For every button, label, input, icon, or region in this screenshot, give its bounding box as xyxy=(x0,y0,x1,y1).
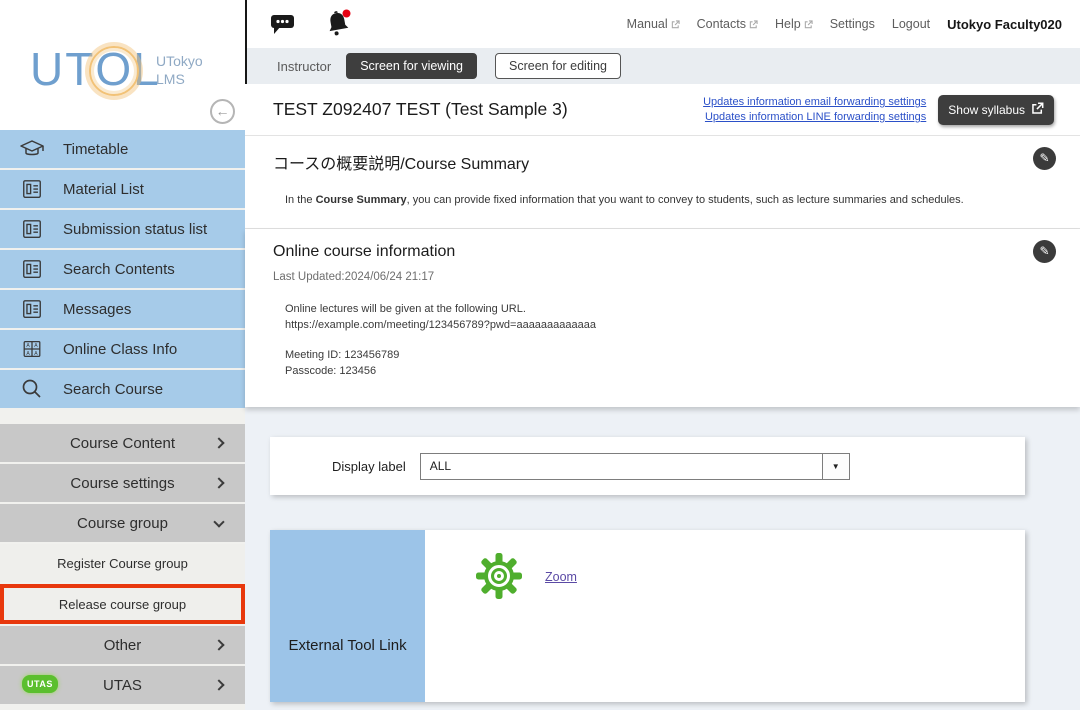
edit-online-info-button[interactable]: ✎ xyxy=(1033,240,1056,263)
settings-link[interactable]: Settings xyxy=(830,17,875,31)
external-tool-link-panel: External Tool Link xyxy=(270,530,425,702)
document-list-icon xyxy=(17,296,47,322)
chevron-right-icon xyxy=(213,639,224,650)
sidebar-item-search-contents[interactable]: Search Contents xyxy=(0,250,245,288)
tab-screen-for-editing[interactable]: Screen for editing xyxy=(495,53,621,79)
forwarding-links: Updates information email forwarding set… xyxy=(703,96,926,123)
notifications-bell-icon[interactable] xyxy=(324,8,354,40)
meeting-url: https://example.com/meeting/123456789?pw… xyxy=(285,317,1080,333)
display-label-card: Display label ALL ▼ xyxy=(270,437,1025,495)
sidebar-spacer xyxy=(0,410,245,424)
email-forwarding-settings-link[interactable]: Updates information email forwarding set… xyxy=(703,96,926,108)
search-icon xyxy=(17,376,47,402)
chevron-right-icon xyxy=(213,477,224,488)
course-summary-text: In the Course Summary, you can provide f… xyxy=(245,174,1080,206)
logo-o-ring: O xyxy=(95,42,133,96)
svg-text:A: A xyxy=(26,343,30,349)
document-list-icon xyxy=(17,216,47,242)
dropdown-arrow-icon[interactable]: ▼ xyxy=(822,454,849,479)
online-course-info-section: Online course information ✎ Last Updated… xyxy=(245,229,1080,407)
sidebar-collapse-button[interactable]: ← xyxy=(210,99,235,124)
sidebar-item-register-course-group[interactable]: Register Course group xyxy=(0,544,245,582)
utol-logo: UTOL xyxy=(30,42,161,96)
pencil-icon: ✎ xyxy=(1039,244,1049,258)
sidebar-item-course-settings[interactable]: Course settings xyxy=(0,464,245,502)
document-list-icon xyxy=(17,256,47,282)
username: Utokyo Faculty020 xyxy=(947,17,1062,32)
sidebar-item-online-class-info[interactable]: AAAA Online Class Info xyxy=(0,330,245,368)
external-link-icon xyxy=(1031,102,1044,118)
meeting-id: Meeting ID: 123456789 xyxy=(285,347,1080,363)
course-header: TEST Z092407 TEST (Test Sample 3) Update… xyxy=(245,84,1080,136)
document-list-icon xyxy=(17,176,47,202)
course-summary-heading: コースの概要説明/Course Summary xyxy=(245,136,1080,174)
passcode: Passcode: 123456 xyxy=(285,363,1080,379)
external-tool-link-body: Zoom xyxy=(425,530,1025,702)
messages-bubble-icon[interactable] xyxy=(269,11,296,37)
display-label-select[interactable]: ALL ▼ xyxy=(420,453,850,480)
manual-link[interactable]: Manual xyxy=(627,17,680,31)
logo-area: UTOL UTokyo LMS ← xyxy=(0,0,245,130)
chevron-right-icon xyxy=(213,679,224,690)
last-updated-text: Last Updated:2024/06/24 21:17 xyxy=(245,261,1080,283)
external-link-icon xyxy=(749,20,758,29)
external-link-icon xyxy=(804,20,813,29)
sidebar-item-other[interactable]: Other xyxy=(0,626,245,664)
online-info-heading: Online course information xyxy=(245,229,1080,261)
sidebar-item-release-course-group[interactable]: Release course group xyxy=(0,584,245,624)
line-forwarding-settings-link[interactable]: Updates information LINE forwarding sett… xyxy=(705,111,926,123)
contacts-link[interactable]: Contacts xyxy=(697,17,758,31)
selected-option: ALL xyxy=(421,459,822,473)
class-grid-icon: AAAA xyxy=(17,336,47,362)
online-info-line: Online lectures will be given at the fol… xyxy=(285,301,1080,317)
view-mode-bar: Instructor Screen for viewing Screen for… xyxy=(245,48,1080,84)
page-title: TEST Z092407 TEST (Test Sample 3) xyxy=(273,99,568,120)
sidebar-item-search-course[interactable]: Search Course xyxy=(0,370,245,408)
chevron-right-icon xyxy=(213,437,224,448)
logout-link[interactable]: Logout xyxy=(892,17,930,31)
tab-screen-for-viewing[interactable]: Screen for viewing xyxy=(346,53,477,79)
sidebar-item-course-group[interactable]: Course group xyxy=(0,504,245,542)
chevron-down-icon xyxy=(213,516,224,527)
svg-text:A: A xyxy=(34,343,38,349)
sidebar-item-submission-status[interactable]: Submission status list xyxy=(0,210,245,248)
course-summary-section: コースの概要説明/Course Summary ✎ In the Course … xyxy=(245,136,1080,229)
external-tool-link-label: External Tool Link xyxy=(288,637,406,654)
zoom-tool-link[interactable]: Zoom xyxy=(545,570,577,584)
sidebar-item-messages[interactable]: Messages xyxy=(0,290,245,328)
role-label: Instructor xyxy=(277,59,331,74)
sidebar-item-utas[interactable]: UTAS UTAS xyxy=(0,666,245,704)
logo-text: UT xyxy=(30,43,95,95)
sidebar-item-timetable[interactable]: Timetable xyxy=(0,130,245,168)
gear-icon xyxy=(475,552,523,605)
online-info-body: Online lectures will be given at the fol… xyxy=(245,283,1080,379)
edit-course-summary-button[interactable]: ✎ xyxy=(1033,147,1056,170)
help-link[interactable]: Help xyxy=(775,17,813,31)
sidebar-item-material-list[interactable]: Material List xyxy=(0,170,245,208)
utas-logo-icon: UTAS xyxy=(22,675,58,693)
display-label-text: Display label xyxy=(332,459,406,474)
sidebar: UTOL UTokyo LMS ← Timetable Material Lis… xyxy=(0,0,245,710)
topbar-links: Manual Contacts Help Settings Logout Uto… xyxy=(627,17,1062,32)
show-syllabus-button[interactable]: Show syllabus xyxy=(938,95,1054,125)
graduation-cap-icon xyxy=(17,136,47,162)
sidebar-item-course-content[interactable]: Course Content xyxy=(0,424,245,462)
logo-subtitle: UTokyo LMS xyxy=(156,52,203,88)
main-content: Manual Contacts Help Settings Logout Uto… xyxy=(245,0,1080,710)
top-bar: Manual Contacts Help Settings Logout Uto… xyxy=(245,0,1080,48)
external-tool-link-section: External Tool Link xyxy=(270,530,1025,702)
arrow-left-icon: ← xyxy=(216,103,230,119)
pencil-icon: ✎ xyxy=(1039,151,1049,165)
external-link-icon xyxy=(671,20,680,29)
